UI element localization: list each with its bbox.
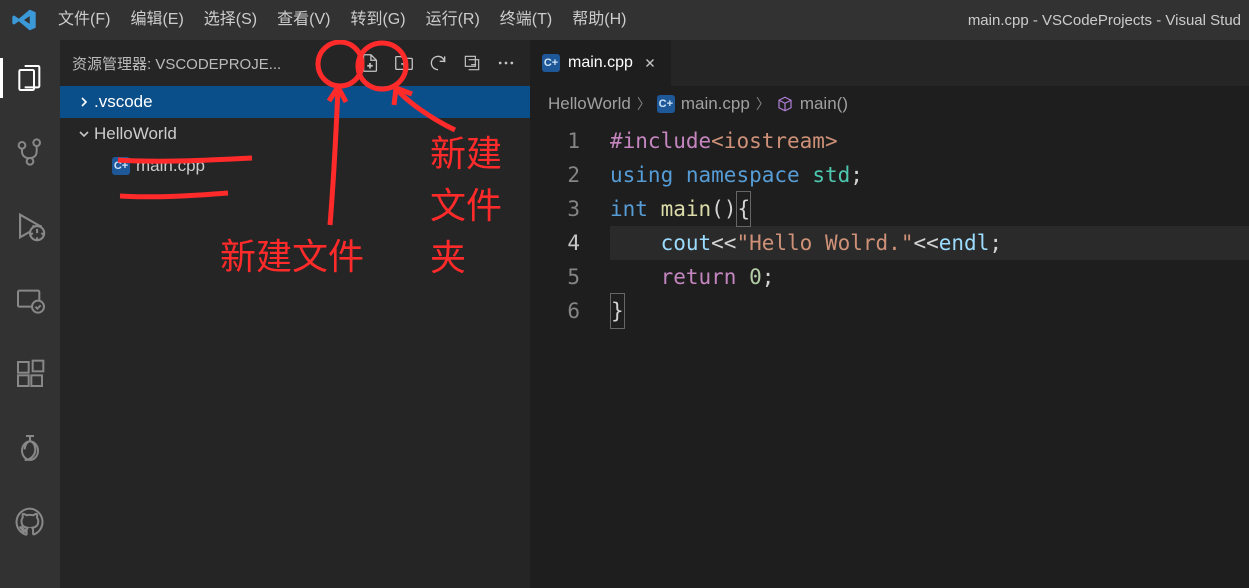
collapse-all-icon[interactable] (460, 51, 484, 75)
menu-help[interactable]: 帮助(H) (562, 0, 636, 40)
more-icon[interactable] (494, 51, 518, 75)
menu-go[interactable]: 转到(G) (340, 0, 415, 40)
activity-extensions-icon[interactable] (0, 348, 60, 400)
tab-main-cpp[interactable]: C+ main.cpp (530, 40, 671, 86)
editor-area: C+ main.cpp HelloWorld 〉 C+ main.cpp 〉 m… (530, 40, 1249, 588)
explorer-sidebar: 资源管理器: VSCODEPROJE... (60, 40, 530, 588)
activity-explorer-icon[interactable] (0, 52, 60, 104)
menu-edit[interactable]: 编辑(E) (120, 0, 193, 40)
breadcrumbs[interactable]: HelloWorld 〉 C+ main.cpp 〉 main() (530, 86, 1249, 122)
tree-label: HelloWorld (94, 124, 177, 144)
activity-scm-icon[interactable] (0, 126, 60, 178)
menu-selection[interactable]: 选择(S) (194, 0, 267, 40)
new-file-icon[interactable] (358, 51, 382, 75)
activity-remote-icon[interactable] (0, 274, 60, 326)
tree-label: .vscode (94, 92, 153, 112)
titlebar: 文件(F) 编辑(E) 选择(S) 查看(V) 转到(G) 运行(R) 终端(T… (0, 0, 1249, 40)
cpp-file-icon: C+ (542, 54, 560, 72)
breadcrumb-folder[interactable]: HelloWorld (548, 94, 631, 114)
breadcrumb-file[interactable]: C+ main.cpp (657, 94, 750, 114)
menubar: 文件(F) 编辑(E) 选择(S) 查看(V) 转到(G) 运行(R) 终端(T… (48, 0, 636, 40)
tab-label: main.cpp (568, 54, 633, 72)
explorer-header: 资源管理器: VSCODEPROJE... (60, 40, 530, 86)
menu-run[interactable]: 运行(R) (416, 0, 490, 40)
refresh-icon[interactable] (426, 51, 450, 75)
code-editor[interactable]: 1 2 3 4 5 6 #include<iostream> using nam… (530, 122, 1249, 328)
tree-label: main.cpp (136, 156, 205, 176)
activity-testing-icon[interactable] (0, 422, 60, 474)
tree-folder-vscode[interactable]: .vscode (60, 86, 530, 118)
annotation-new-folder: 新建文件夹 (430, 125, 530, 281)
breadcrumb-symbol[interactable]: main() (776, 94, 848, 114)
activity-debug-icon[interactable] (0, 200, 60, 252)
explorer-title: 资源管理器: VSCODEPROJE... (72, 53, 358, 74)
window-title: main.cpp - VSCodeProjects - Visual Stud (968, 12, 1241, 29)
menu-file[interactable]: 文件(F) (48, 0, 120, 40)
chevron-right-icon: 〉 (637, 94, 651, 114)
activity-github-icon[interactable] (0, 496, 60, 548)
line-gutter: 1 2 3 4 5 6 (530, 124, 610, 328)
menu-terminal[interactable]: 终端(T) (490, 0, 562, 40)
new-folder-icon[interactable] (392, 51, 416, 75)
chevron-right-icon (74, 94, 94, 110)
close-icon[interactable] (641, 54, 659, 72)
chevron-down-icon (74, 126, 94, 142)
cpp-file-icon: C+ (110, 157, 132, 175)
activity-bar (0, 40, 60, 588)
chevron-right-icon: 〉 (756, 94, 770, 114)
code-content[interactable]: #include<iostream> using namespace std; … (610, 124, 1249, 328)
editor-tabs: C+ main.cpp (530, 40, 1249, 86)
annotation-new-file: 新建文件 (220, 228, 364, 280)
vscode-logo-icon (0, 7, 48, 33)
cpp-file-icon: C+ (657, 95, 675, 113)
menu-view[interactable]: 查看(V) (267, 0, 340, 40)
